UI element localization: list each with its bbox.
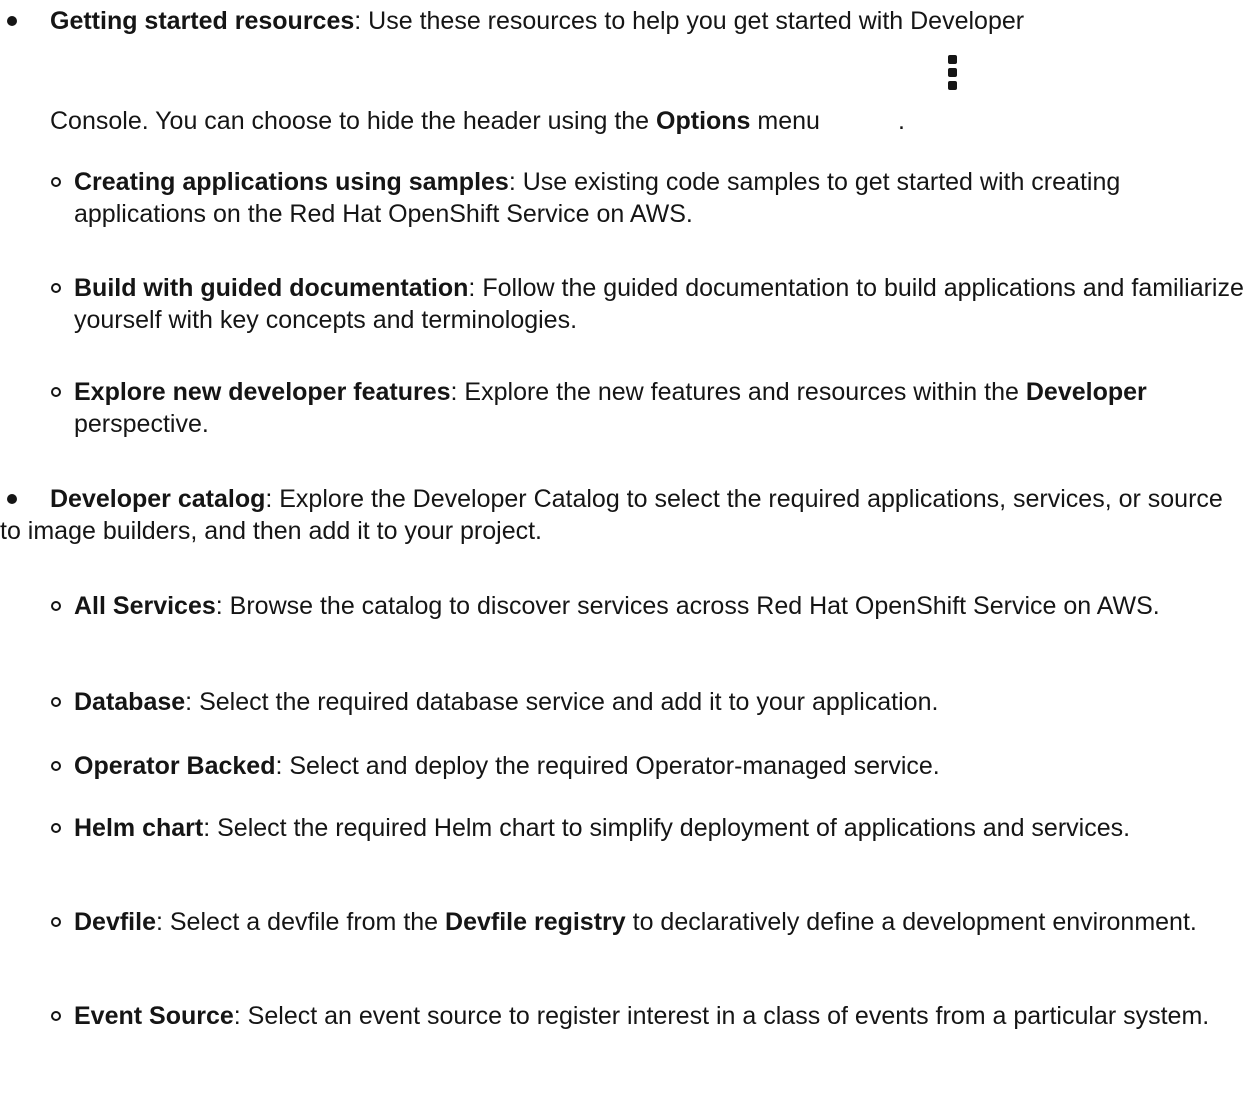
kebab-icon[interactable]: [948, 55, 958, 95]
list-item-guided-docs: Build with guided documentation: Follow …: [51, 272, 1244, 336]
item-text: Select the required database service and…: [192, 688, 939, 716]
list-item-helm-chart: Helm chart: Select the required Helm cha…: [51, 812, 1244, 844]
item-title: Database: [74, 688, 186, 716]
bullet: [51, 823, 61, 833]
bullet: [7, 16, 17, 26]
item-text: Select and deploy the required Operator-…: [282, 752, 940, 780]
bullet: [51, 1011, 61, 1021]
item-text: Browse the catalog to discover services …: [222, 592, 1160, 620]
item-title: Event Source: [74, 1002, 234, 1030]
doc-page: Getting started resources: Use these res…: [0, 7, 1244, 1032]
item-text: Explore the new features and resources w…: [457, 378, 1026, 406]
item-title: Getting started resources: [50, 7, 355, 35]
item-title: Build with guided documentation: [74, 274, 469, 302]
bullet: [51, 177, 61, 187]
item-title: Helm chart: [74, 814, 204, 842]
list-item-all-services: All Services: Browse the catalog to disc…: [51, 590, 1244, 622]
bullet: [51, 917, 61, 927]
list-item-database: Database: Select the required database s…: [51, 686, 1244, 718]
item-text: Use these resources to help you get star…: [361, 7, 1025, 35]
item-title: Explore new developer features: [74, 378, 451, 406]
list-item-creating-samples: Creating applications using samples: Use…: [51, 166, 1244, 230]
developer-perspective-label: Developer: [1025, 378, 1147, 406]
item-text: Select a devfile from the: [162, 908, 446, 936]
list-item-operator-backed: Operator Backed: Select and deploy the r…: [51, 750, 1244, 782]
list-item-devfile: Devfile: Select a devfile from the Devfi…: [51, 906, 1244, 938]
bullet: [51, 761, 61, 771]
bullet: [51, 697, 61, 707]
item-text: Select the required Helm chart to simpli…: [210, 814, 1131, 842]
bullet: [51, 387, 61, 397]
options-label: Options: [656, 107, 751, 135]
item-text: Select an event source to register inter…: [240, 1002, 1210, 1030]
item-title: All Services: [74, 592, 216, 620]
item-title: Devfile: [74, 908, 156, 936]
list-item-event-source: Event Source: Select an event source to …: [51, 1000, 1244, 1032]
item-title: Developer catalog: [50, 485, 266, 513]
bullet: [51, 283, 61, 293]
item-title: Operator Backed: [74, 752, 276, 780]
list-item-new-features: Explore new developer features: Explore …: [51, 376, 1244, 440]
bullet: [51, 601, 61, 611]
item-text: Console. You can choose to hide the head…: [50, 107, 657, 135]
item-title: Creating applications using samples: [74, 168, 509, 196]
devfile-registry-link[interactable]: Devfile registry: [445, 908, 626, 936]
